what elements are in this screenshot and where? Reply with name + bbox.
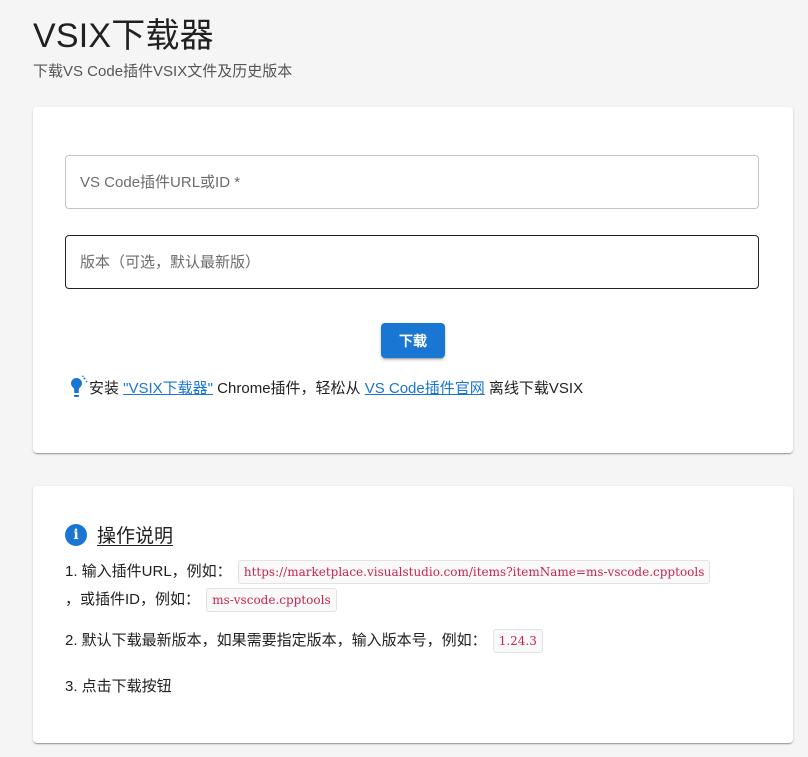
tip-middle: Chrome插件，轻松从 (213, 379, 365, 397)
url-field[interactable] (65, 155, 759, 209)
url-input[interactable] (66, 156, 758, 208)
instruction-step-3: 3. 点击下载按钮 (65, 678, 172, 695)
step1-text: 1. 输入插件URL，例如： (65, 563, 232, 580)
instructions-header: i 操作说明 (65, 521, 173, 548)
download-form-card: 下载 安装 "VSIX下载器" Chrome插件，轻松从 VS Code插件官网… (33, 107, 793, 453)
page-subtitle: 下载VS Code插件VSIX文件及历史版本 (33, 63, 293, 80)
tip-suffix: 离线下载VSIX (484, 379, 584, 397)
example-version-code: 1.24.3 (492, 629, 543, 654)
example-id-code: ms-vscode.cpptools (206, 588, 337, 613)
chrome-extension-tip: 安装 "VSIX下载器" Chrome插件，轻松从 VS Code插件官网 离线… (65, 375, 583, 399)
page-title: VSIX下载器 (33, 17, 214, 55)
info-icon: i (65, 523, 87, 546)
instructions-card: i 操作说明 1. 输入插件URL，例如： https://marketplac… (33, 486, 793, 743)
version-field[interactable] (65, 235, 759, 289)
version-input[interactable] (66, 236, 758, 288)
vscode-marketplace-link[interactable]: VS Code插件官网 (365, 377, 485, 398)
instruction-step-2: 2. 默认下载最新版本，如果需要指定版本，输入版本号，例如： 1.24.3 (65, 629, 545, 654)
tip-prefix: 安装 (89, 379, 124, 397)
instructions-title: 操作说明 (97, 526, 174, 547)
vsix-downloader-extension-link[interactable]: "VSIX下载器" (123, 377, 213, 398)
example-url-code: https://marketplace.visualstudio.com/ite… (237, 560, 711, 585)
instruction-step-1: 1. 输入插件URL，例如： https://marketplace.visua… (65, 558, 765, 614)
lightbulb-icon (71, 375, 88, 397)
download-button[interactable]: 下载 (381, 323, 445, 358)
step2-text: 2. 默认下载最新版本，如果需要指定版本，输入版本号，例如： (65, 632, 487, 649)
step1-middle: ，或插件ID，例如： (65, 591, 201, 608)
